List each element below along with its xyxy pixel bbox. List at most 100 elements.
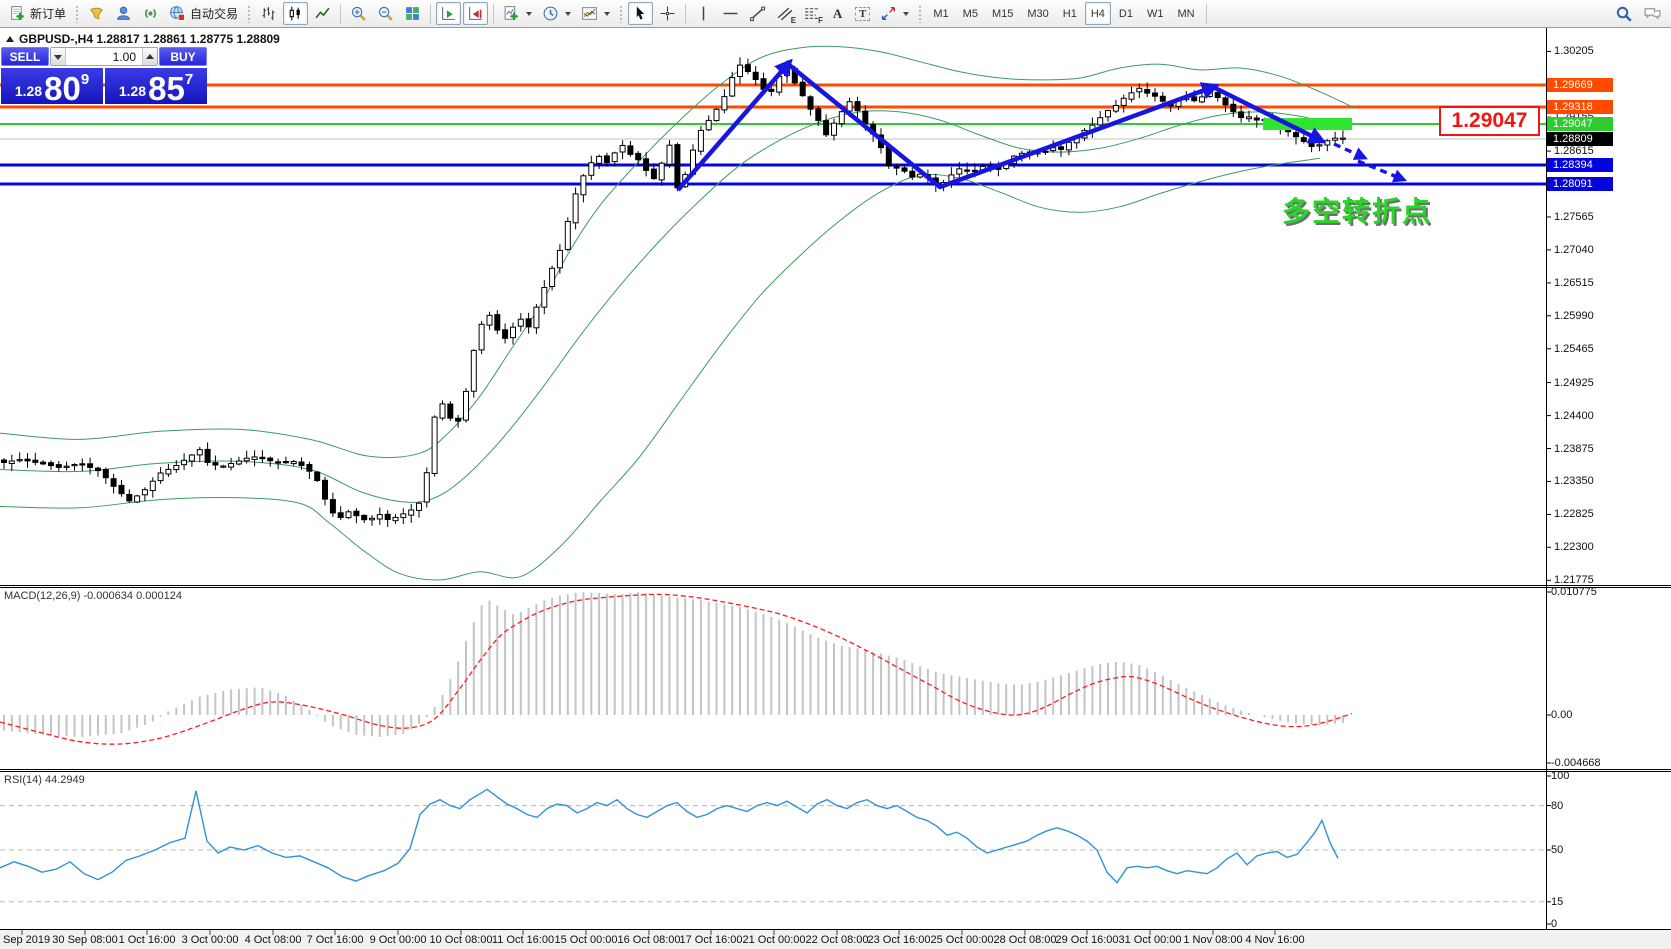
fibonacci-tool-button[interactable]: F xyxy=(799,2,824,25)
market-button[interactable] xyxy=(84,2,109,25)
text-tool-button[interactable]: A xyxy=(826,2,849,25)
label-tool-label: T xyxy=(855,6,871,21)
trendline-tool-button[interactable] xyxy=(745,2,770,25)
time-axis-label: 10 Oct 08:00 xyxy=(429,934,493,946)
timeframe-m5-button[interactable]: M5 xyxy=(957,2,984,25)
zoom-in-button[interactable] xyxy=(346,2,371,25)
price-axis-tick: 1.22825 xyxy=(1554,508,1594,521)
signals-button[interactable] xyxy=(138,2,163,25)
macd-axis-tick: -0.004668 xyxy=(1551,757,1601,769)
time-axis-label: 23 Oct 16:00 xyxy=(867,934,931,946)
timeframe-m30-button[interactable]: M30 xyxy=(1021,2,1054,25)
sell-price-quote[interactable]: 1.28 80 9 xyxy=(1,68,103,107)
volume-up-button[interactable] xyxy=(142,48,157,65)
time-axis-label: 4 Oct 08:00 xyxy=(244,934,302,946)
vertical-line-tool-button[interactable] xyxy=(691,2,716,25)
search-button[interactable] xyxy=(1611,2,1637,25)
channel-sub-label: E xyxy=(790,16,797,25)
timeframe-w1-button[interactable]: W1 xyxy=(1141,2,1170,25)
price-tag: 1.29318 xyxy=(1547,100,1613,114)
auto-scroll-button[interactable] xyxy=(436,2,462,25)
vertical-line-icon xyxy=(702,6,705,21)
time-axis-label: 7 Sep 2019 xyxy=(0,934,51,946)
symbol-ohlc-label: GBPUSD-,H4 1.28817 1.28861 1.28775 1.288… xyxy=(19,32,280,46)
macd-indicator-label: MACD(12,26,9) -0.000634 0.000124 xyxy=(4,590,182,602)
timeframe-mn-button[interactable]: MN xyxy=(1171,2,1200,25)
buy-button[interactable]: BUY xyxy=(159,47,207,66)
macd-axis-tick: 0.010775 xyxy=(1551,586,1597,598)
crosshair-icon xyxy=(660,6,675,21)
buy-price-quote[interactable]: 1.28 85 7 xyxy=(105,68,207,105)
candlestick-chart-button[interactable] xyxy=(283,2,309,25)
chart-shift-icon xyxy=(469,7,482,20)
price-tag: 1.28809 xyxy=(1547,132,1613,146)
indicators-button[interactable] xyxy=(499,2,536,25)
timeframe-d1-button[interactable]: D1 xyxy=(1113,2,1139,25)
tile-windows-icon xyxy=(406,7,419,20)
tile-windows-button[interactable] xyxy=(400,2,425,25)
rsi-axis-tick: 100 xyxy=(1551,770,1570,782)
new-order-label: 新订单 xyxy=(30,7,67,21)
crosshair-tool-button[interactable] xyxy=(655,2,680,25)
timeframe-h4-button[interactable]: H4 xyxy=(1084,2,1111,25)
timeframe-m15-button[interactable]: M15 xyxy=(986,2,1019,25)
macd-axis-tick: 0.00 xyxy=(1551,709,1573,721)
price-axis-tick: 1.24925 xyxy=(1554,376,1594,389)
community-button[interactable] xyxy=(111,2,136,25)
rsi-indicator-label: RSI(14) 44.2949 xyxy=(4,774,85,786)
line-chart-icon xyxy=(315,7,330,19)
time-axis-label: 15 Oct 00:00 xyxy=(554,934,618,946)
collapse-icon[interactable] xyxy=(6,32,14,42)
line-chart-button[interactable] xyxy=(310,2,335,25)
toolbar-handle xyxy=(918,4,923,23)
search-icon xyxy=(1616,6,1632,22)
time-axis-label: 28 Oct 08:00 xyxy=(993,934,1057,946)
main-toolbar: 新订单 自动交易 E F A T M1 M5 M15 M30 H1 H4 D1 … xyxy=(0,0,1671,28)
bar-chart-button[interactable] xyxy=(256,2,281,25)
rsi-axis-tick: 15 xyxy=(1551,895,1564,908)
horizontal-line-tool-button[interactable] xyxy=(718,2,743,25)
time-axis-label: 31 Oct 00:00 xyxy=(1118,934,1182,946)
templates-button[interactable] xyxy=(577,2,614,25)
one-click-trading-panel: SELL BUY 1.28809 1.28857 xyxy=(1,47,207,107)
new-order-button[interactable]: 新订单 xyxy=(5,2,70,25)
arrows-tool-button[interactable] xyxy=(876,2,913,25)
time-axis-label: 25 Oct 00:00 xyxy=(930,934,994,946)
time-axis-label: 4 Nov 16:00 xyxy=(1245,934,1305,946)
text-label-tool-button[interactable]: T xyxy=(851,2,874,25)
chat-button[interactable] xyxy=(1639,2,1666,25)
new-order-icon xyxy=(11,6,24,21)
sell-price-prefix: 1.28 xyxy=(14,83,43,99)
autotrading-icon xyxy=(170,6,186,22)
price-axis-tick: 1.30205 xyxy=(1554,45,1594,58)
equidistant-channel-tool-button[interactable]: E xyxy=(772,2,797,25)
toolbar-separator xyxy=(493,3,495,24)
sell-button[interactable]: SELL xyxy=(1,47,49,66)
timeframe-m1-button[interactable]: M1 xyxy=(927,2,954,25)
price-axis-tick: 1.26515 xyxy=(1554,276,1594,289)
arrows-icon xyxy=(882,6,896,21)
time-axis-label: 11 Oct 16:00 xyxy=(491,934,555,946)
price-axis-tick: 1.22300 xyxy=(1554,541,1594,554)
cursor-tool-button[interactable] xyxy=(628,2,654,25)
price-axis-tick: 1.27040 xyxy=(1554,243,1594,256)
dropdown-caret-icon xyxy=(903,12,910,19)
time-axis-label: 1 Oct 16:00 xyxy=(118,934,176,946)
signals-icon xyxy=(145,8,157,19)
zoom-out-button[interactable] xyxy=(373,2,398,25)
sell-price-big: 80 xyxy=(44,69,81,107)
fibonacci-sub-label: F xyxy=(818,16,824,25)
horizontal-line-icon xyxy=(723,12,738,15)
text-tool-label: A xyxy=(832,5,843,21)
toolbar-separator xyxy=(340,3,342,24)
periods-button[interactable] xyxy=(538,2,575,25)
zoom-in-icon xyxy=(351,6,366,21)
timeframe-h1-button[interactable]: H1 xyxy=(1057,2,1083,25)
price-axis-tick: 1.25990 xyxy=(1554,309,1594,322)
volume-down-button[interactable] xyxy=(51,48,66,65)
autotrading-button[interactable]: 自动交易 xyxy=(165,2,242,25)
price-axis-tick: 1.23350 xyxy=(1554,475,1594,488)
volume-input[interactable] xyxy=(66,48,142,65)
templates-icon xyxy=(582,7,597,20)
chart-shift-button[interactable] xyxy=(463,2,489,25)
